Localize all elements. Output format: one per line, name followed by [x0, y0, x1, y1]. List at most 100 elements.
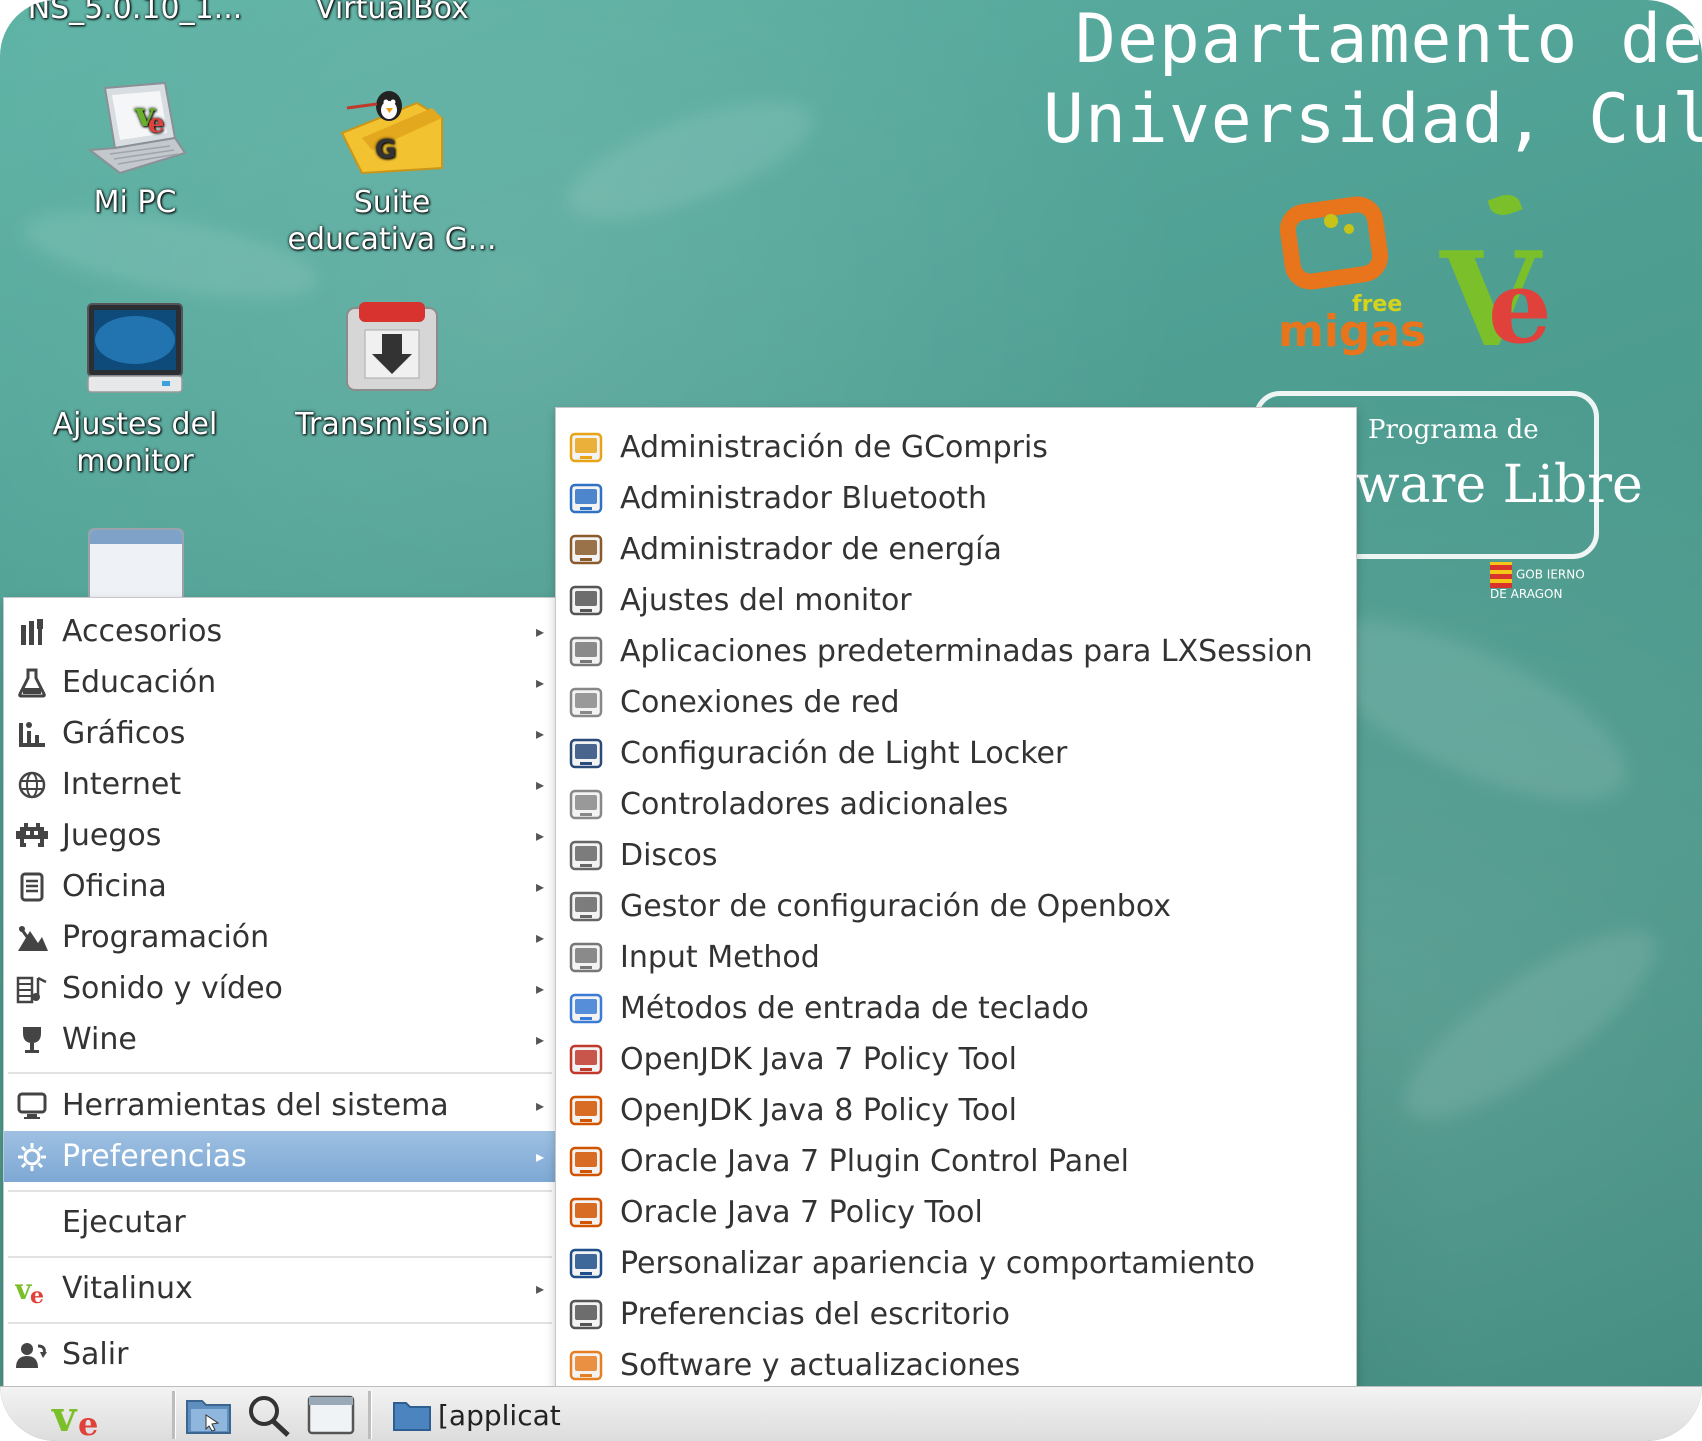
submenu-item[interactable]: Input Method [556, 932, 1356, 983]
menu-item-herramientas-sistema[interactable]: Herramientas del sistema ▸ [4, 1080, 556, 1131]
submenu-item[interactable]: Administrador Bluetooth [556, 473, 1356, 524]
java-policy-icon [568, 1042, 604, 1078]
menu-item-preferencias[interactable]: Preferencias ▸ [4, 1131, 556, 1182]
submenu-item[interactable]: Personalizar apariencia y comportamiento [556, 1238, 1356, 1289]
menu-item-label: Herramientas del sistema [62, 1088, 449, 1123]
menu-item-label: Accesorios [62, 614, 223, 649]
menu-item-label: Programación [62, 920, 270, 955]
submenu-arrow-icon: ▸ [535, 826, 544, 845]
desktop-icon-virtualbox[interactable]: VirtualBox [272, 0, 512, 27]
menu-item-sonido-video[interactable]: Sonido y vídeo ▸ [4, 963, 556, 1014]
submenu-item[interactable]: Oracle Java 7 Plugin Control Panel [556, 1136, 1356, 1187]
programming-icon [14, 920, 50, 956]
desktop-window-icon[interactable] [306, 1393, 356, 1437]
submenu-item[interactable]: Controladores adicionales [556, 779, 1356, 830]
desktop-icon-transmission[interactable]: Transmission [272, 300, 512, 443]
multimedia-icon [14, 971, 50, 1007]
preferences-gear-icon [14, 1139, 50, 1175]
taskbar-window-button[interactable]: [applicat [392, 1393, 562, 1437]
games-invader-icon [14, 818, 50, 854]
submenu-item-label: Gestor de configuración de Openbox [620, 889, 1172, 924]
submenu-item[interactable]: Administrador de energía [556, 524, 1356, 575]
menu-item-accesorios[interactable]: Accesorios ▸ [4, 606, 556, 657]
menu-item-label: Juegos [62, 818, 162, 853]
submenu-item[interactable]: Gestor de configuración de Openbox [556, 881, 1356, 932]
submenu-item[interactable]: Discos [556, 830, 1356, 881]
taskbar: ve [applicat [0, 1386, 1702, 1441]
submenu-arrow-icon: ▸ [535, 1279, 544, 1298]
submenu-item-label: Configuración de Light Locker [620, 736, 1068, 771]
submenu-arrow-icon: ▸ [535, 775, 544, 794]
preferences-submenu: Administración de GCompris Administrador … [556, 408, 1356, 1441]
submenu-item-label: Discos [620, 838, 718, 873]
graphics-icon [14, 716, 50, 752]
desktop-icon-window-partial[interactable] [88, 528, 184, 602]
submenu-item[interactable]: OpenJDK Java 7 Policy Tool [556, 1034, 1356, 1085]
menu-item-label: Vitalinux [62, 1271, 193, 1306]
menu-item-label: Gráficos [62, 716, 186, 751]
desktop-screen: Departamento de Educaci Universidad, Cul… [0, 0, 1702, 1441]
menu-separator [8, 1256, 552, 1258]
menu-item-ejecutar[interactable]: Ejecutar [4, 1197, 556, 1248]
menu-separator [8, 1190, 552, 1192]
vitalinux-menu-icon[interactable]: ve [48, 1392, 112, 1441]
menu-item-salir[interactable]: Salir [4, 1329, 556, 1380]
submenu-arrow-icon: ▸ [535, 673, 544, 692]
menu-item-wine[interactable]: Wine ▸ [4, 1014, 556, 1065]
submenu-item[interactable]: Software y actualizaciones [556, 1340, 1356, 1391]
chip-icon [568, 787, 604, 823]
svg-text:e: e [78, 1405, 98, 1437]
vitalinux-wallpaper-logo: V e [1420, 190, 1570, 365]
submenu-item[interactable]: Configuración de Light Locker [556, 728, 1356, 779]
desktop-icon-gcompris[interactable]: G Suite educativa G... [272, 78, 512, 258]
menu-item-internet[interactable]: Internet ▸ [4, 759, 556, 810]
menu-item-educacion[interactable]: Educación ▸ [4, 657, 556, 708]
menu-separator [8, 1072, 552, 1074]
submenu-item[interactable]: Preferencias del escritorio [556, 1289, 1356, 1340]
submenu-item[interactable]: Métodos de entrada de teclado [556, 983, 1356, 1034]
menu-item-label: Oficina [62, 869, 167, 904]
desktop-icon-label: Ajustes del monitor [52, 407, 218, 479]
menu-item-label: Educación [62, 665, 217, 700]
aragon-flag-icon [1490, 562, 1512, 588]
menu-item-vitalinux[interactable]: ve Vitalinux ▸ [4, 1263, 556, 1314]
program-big-text: ware Libre [1355, 455, 1643, 515]
submenu-item[interactable]: OpenJDK Java 8 Policy Tool [556, 1085, 1356, 1136]
submenu-item-label: Preferencias del escritorio [620, 1297, 1010, 1332]
main-menu: Accesorios ▸ Educación ▸ Gráficos ▸ Inte… [4, 598, 556, 1388]
migas-label: migas [1278, 306, 1427, 357]
menu-item-label: Salir [62, 1337, 129, 1372]
menu-item-label: Sonido y vídeo [62, 971, 283, 1006]
system-tools-icon [14, 1088, 50, 1124]
java-icon [568, 1144, 604, 1180]
file-manager-icon[interactable] [184, 1393, 234, 1437]
submenu-item-label: Oracle Java 7 Policy Tool [620, 1195, 983, 1230]
submenu-item[interactable]: Ajustes del monitor [556, 575, 1356, 626]
menu-item-label: Ejecutar [62, 1205, 186, 1240]
desktop-icon-package[interactable]: NS_5.0.10_1... [15, 0, 255, 27]
submenu-item-label: Aplicaciones predeterminadas para LXSess… [620, 634, 1313, 669]
menu-item-programacion[interactable]: Programación ▸ [4, 912, 556, 963]
window-icon [568, 634, 604, 670]
taskbar-window-label: [applicat [438, 1398, 561, 1432]
menu-item-label: Preferencias [62, 1139, 247, 1174]
svg-text:G: G [375, 135, 396, 165]
submenu-item[interactable]: Administración de GCompris [556, 422, 1356, 473]
submenu-item[interactable]: Conexiones de red [556, 677, 1356, 728]
submenu-item[interactable]: Aplicaciones predeterminadas para LXSess… [556, 626, 1356, 677]
submenu-item[interactable]: Oracle Java 7 Policy Tool [556, 1187, 1356, 1238]
submenu-item-label: Personalizar apariencia y comportamiento [620, 1246, 1255, 1281]
desktop-icon-monitor-settings[interactable]: Ajustes del monitor [15, 300, 255, 480]
office-document-icon [14, 869, 50, 905]
search-icon[interactable] [246, 1393, 292, 1437]
desktop-icon-label: Mi PC [93, 185, 177, 220]
desktop-icon-mi-pc[interactable]: v e Mi PC [15, 78, 255, 221]
submenu-item-label: Input Method [620, 940, 820, 975]
software-updates-icon [568, 1348, 604, 1384]
menu-item-graficos[interactable]: Gráficos ▸ [4, 708, 556, 759]
menu-item-oficina[interactable]: Oficina ▸ [4, 861, 556, 912]
education-flask-icon [14, 665, 50, 701]
menu-item-juegos[interactable]: Juegos ▸ [4, 810, 556, 861]
menu-item-label: Internet [62, 767, 182, 802]
menu-item-label: Wine [62, 1022, 137, 1057]
